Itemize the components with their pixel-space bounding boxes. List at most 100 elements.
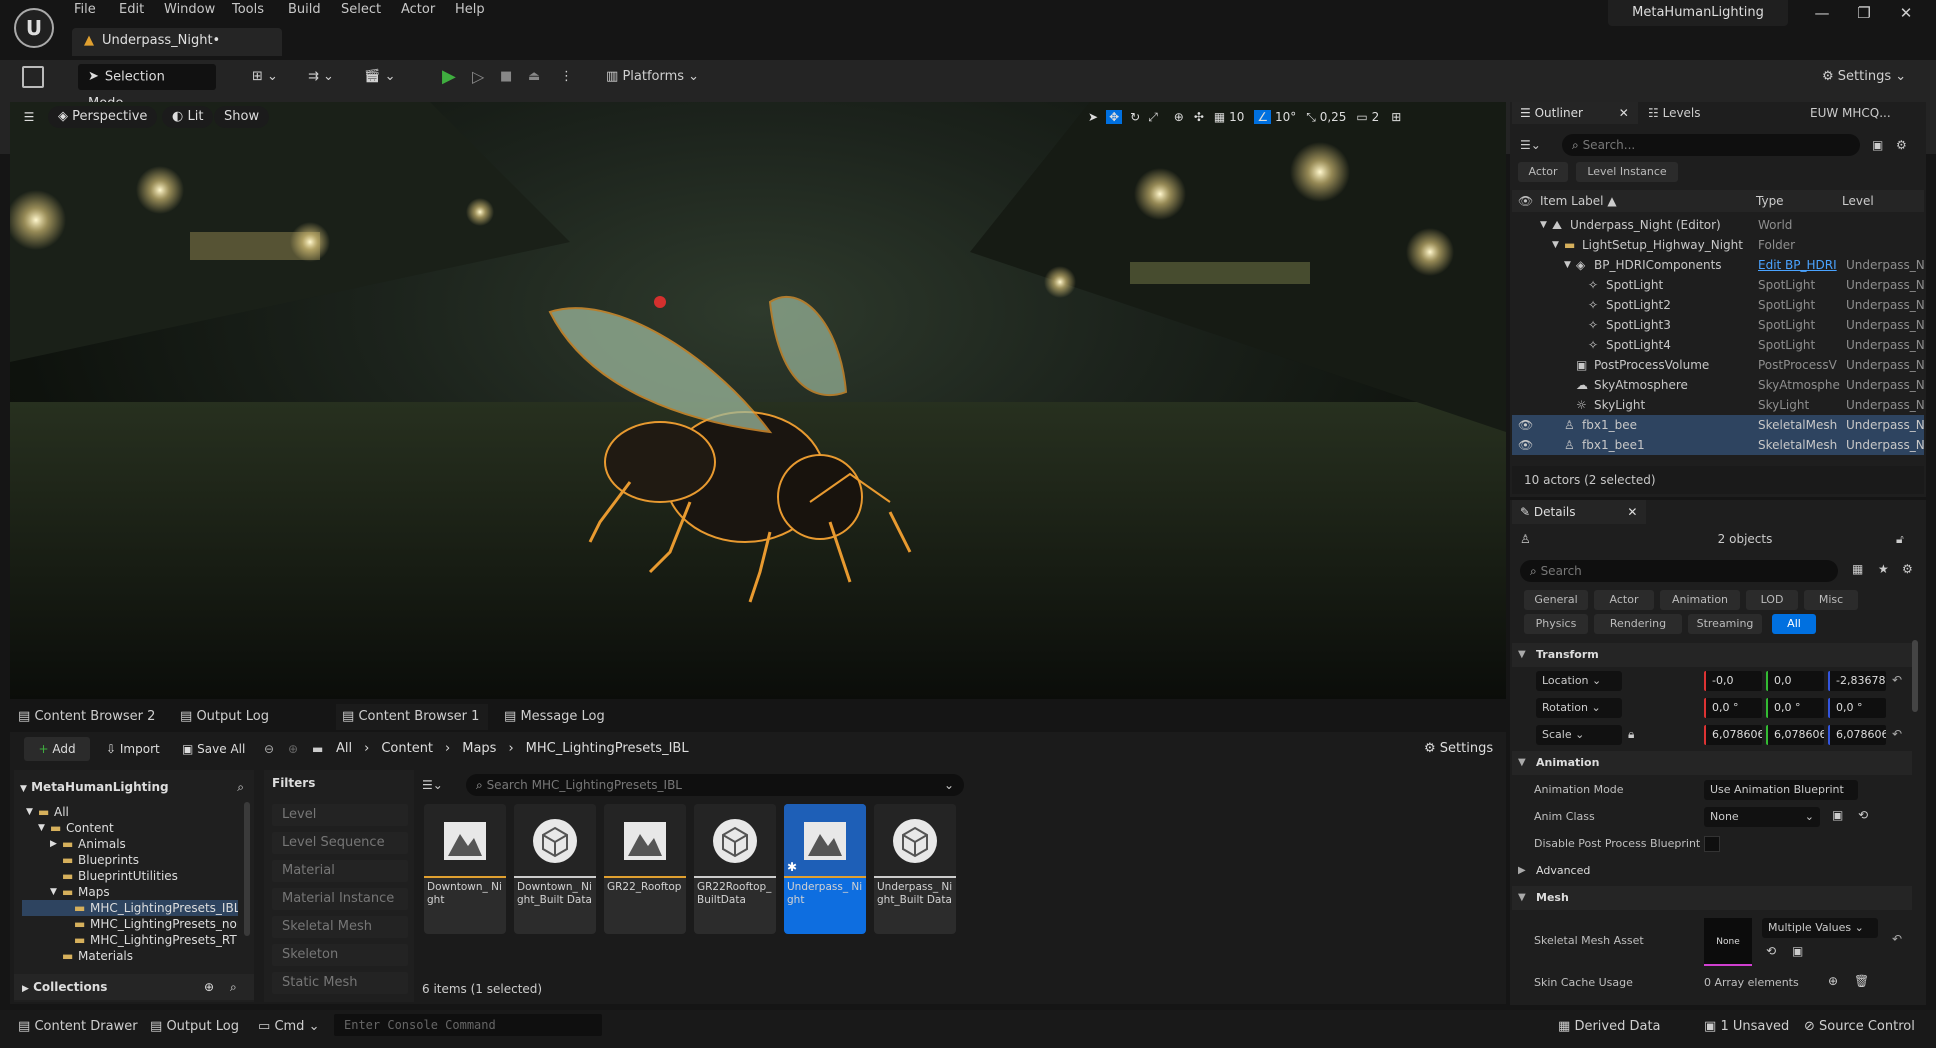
asset-tile[interactable]: GR22_Rooftop xyxy=(604,804,686,934)
eject-icon[interactable]: ⏏ xyxy=(528,66,540,88)
asset-tile[interactable]: Downtown_ Night xyxy=(424,804,506,934)
transform-section[interactable]: Transform xyxy=(1512,643,1912,667)
asset-tile[interactable]: Downtown_ Night_Built Data xyxy=(514,804,596,934)
camera-speed-value[interactable]: 2 xyxy=(1372,110,1380,124)
details-search-input[interactable]: ⌕ Search xyxy=(1520,560,1838,582)
filter-general[interactable]: General xyxy=(1524,590,1588,610)
select-tool-icon[interactable]: ➤ xyxy=(1088,110,1098,124)
mesh-thumbnail[interactable]: None xyxy=(1704,918,1752,966)
mesh-section[interactable]: Mesh xyxy=(1512,886,1912,910)
folder-tree-item[interactable]: ▶ ▬ Animals xyxy=(22,836,238,852)
filter-lod[interactable]: LOD xyxy=(1746,590,1798,610)
close-icon[interactable]: ✕ xyxy=(1619,106,1629,120)
browse-icon[interactable]: ▣ xyxy=(1832,808,1843,822)
scale-z[interactable]: 6,078606 xyxy=(1828,725,1886,745)
asset-tile[interactable]: ✱ Underpass_ Night xyxy=(784,804,866,934)
add-collection-icon[interactable]: ⊕ xyxy=(204,974,214,1000)
filter-item[interactable]: Skeleton xyxy=(272,944,408,966)
reset-icon[interactable]: ↶ xyxy=(1892,673,1902,687)
table-view-icon[interactable]: ▦ xyxy=(1852,562,1863,576)
surface-snap-icon[interactable]: ✣ xyxy=(1194,110,1204,124)
animation-section[interactable]: Animation xyxy=(1512,751,1912,775)
rotation-dropdown[interactable]: Rotation ⌄ xyxy=(1536,698,1622,718)
reset-icon[interactable]: ↶ xyxy=(1892,727,1902,741)
details-scrollbar[interactable] xyxy=(1912,640,1918,712)
folder-tree-item[interactable]: ▬ Materials xyxy=(22,948,238,964)
outliner-row[interactable]: 👁︎ ♙ fbx1_bee1 SkeletalMesh Underpass_N xyxy=(1512,435,1924,455)
close-window-button[interactable]: ✕ xyxy=(1888,4,1924,28)
outliner-row[interactable]: ▼ ▬ LightSetup_Highway_Night Folder xyxy=(1512,235,1924,255)
step-icon[interactable]: ▷ xyxy=(472,66,484,88)
unsaved-button[interactable]: ▣ 1 Unsaved xyxy=(1704,1014,1789,1040)
expand-arrow-icon[interactable]: ▼ xyxy=(1564,255,1571,275)
tree-scrollbar[interactable] xyxy=(244,802,250,936)
breadcrumb-all[interactable]: All xyxy=(336,741,352,756)
sources-header[interactable]: ▼ MetaHumanLighting ⌕ xyxy=(20,777,248,797)
add-button[interactable]: + Add xyxy=(24,737,90,761)
outliner-tab[interactable]: ☰ Outliner ✕ xyxy=(1512,102,1638,124)
outliner-row[interactable]: ✧ SpotLight4 SpotLight Underpass_N xyxy=(1512,335,1924,355)
asset-tile[interactable]: GR22Rooftop_ BuiltData xyxy=(694,804,776,934)
play-icon[interactable]: ▶ xyxy=(442,66,456,88)
star-icon[interactable]: ★ xyxy=(1878,562,1889,576)
outliner-row[interactable]: ▣ PostProcessVolume PostProcessV Underpass_… xyxy=(1512,355,1924,375)
filter-streaming[interactable]: Streaming xyxy=(1688,614,1762,634)
translate-tool-icon[interactable]: ✥ xyxy=(1106,110,1123,124)
filter-item[interactable]: Skeletal Mesh xyxy=(272,916,408,938)
filter-item[interactable]: Material xyxy=(272,860,408,882)
outliner-row[interactable]: ☼ SkyLight SkyLight Underpass_N xyxy=(1512,395,1924,415)
filter-rendering[interactable]: Rendering xyxy=(1594,614,1682,634)
menu-build[interactable]: Build xyxy=(288,2,321,22)
use-selected-icon[interactable]: ⟲ xyxy=(1858,808,1868,822)
details-tab[interactable]: ✎ Details ✕ xyxy=(1512,500,1646,524)
scale-tool-icon[interactable]: ⤢ xyxy=(1148,110,1158,124)
grid-snap-icon[interactable]: ▦ xyxy=(1214,110,1225,124)
search-icon[interactable]: ⌕ xyxy=(237,777,244,797)
import-button[interactable]: ⇩ Import xyxy=(106,737,160,761)
perspective-button[interactable]: ◈ Perspective xyxy=(48,106,158,128)
menu-actor[interactable]: Actor xyxy=(401,2,435,22)
animation-mode-dropdown[interactable]: Use Animation Blueprint ⌄ xyxy=(1704,780,1858,816)
location-x[interactable]: -0,0 xyxy=(1704,671,1762,691)
derived-data-button[interactable]: ▦ Derived Data xyxy=(1558,1014,1661,1040)
folder-tree-item[interactable]: ▼ ▬ Maps xyxy=(22,884,238,900)
more-options-icon[interactable]: ⋮ xyxy=(560,66,573,88)
asset-search-input[interactable]: ⌕ Search MHC_LightingPresets_IBL ⌄ xyxy=(466,774,964,796)
expand-arrow-icon[interactable]: ▼ xyxy=(50,884,57,900)
expand-arrow-icon[interactable]: ▼ xyxy=(38,820,45,836)
breadcrumb-maps[interactable]: Maps xyxy=(462,741,496,756)
scale-y[interactable]: 6,078606 xyxy=(1766,725,1824,745)
tab-message-log[interactable]: ▤ Message Log xyxy=(504,704,605,730)
menu-select[interactable]: Select xyxy=(341,2,381,22)
folder-tree-item[interactable]: ▼ ▬ Content xyxy=(22,820,238,836)
collections-header[interactable]: ▶ Collections ⊕ ⌕ xyxy=(14,974,254,1000)
save-all-button[interactable]: ▣ Save All xyxy=(182,737,245,761)
menu-tools[interactable]: Tools xyxy=(232,2,264,22)
column-item-label[interactable]: Item Label ▲ xyxy=(1540,190,1617,212)
add-actor-icon[interactable]: ⊞ ⌄ xyxy=(252,66,278,88)
reset-icon[interactable]: ↶ xyxy=(1892,932,1902,946)
outliner-search-input[interactable]: ⌕ Search... xyxy=(1562,134,1860,156)
rotation-y[interactable]: 0,0 ° xyxy=(1766,698,1824,718)
blueprint-menu-icon[interactable]: ⇉ ⌄ xyxy=(308,66,334,88)
filter-item[interactable]: Static Mesh xyxy=(272,972,408,994)
details-settings-icon[interactable]: ⚙ xyxy=(1902,562,1913,576)
add-element-icon[interactable]: ⊕ xyxy=(1828,974,1838,988)
menu-help[interactable]: Help xyxy=(455,2,485,22)
outliner-row[interactable]: ☁ SkyAtmosphere SkyAtmosphe Underpass_N xyxy=(1512,375,1924,395)
stop-icon[interactable]: ■ xyxy=(500,66,512,88)
outliner-row[interactable]: ▼ ⛰ Underpass_Night (Editor) World xyxy=(1512,215,1924,235)
outliner-settings-icon[interactable]: ⚙ xyxy=(1896,134,1907,156)
outliner-row[interactable]: ✧ SpotLight SpotLight Underpass_N xyxy=(1512,275,1924,295)
outliner-row[interactable]: ▼ ◈ BP_HDRIComponents Edit BP_HDRI Underpass… xyxy=(1512,255,1924,275)
back-icon[interactable]: ⊖ xyxy=(264,737,274,761)
filter-actor[interactable]: Actor xyxy=(1518,162,1568,182)
settings-button[interactable]: ⚙ Settings ⌄ xyxy=(1822,66,1906,88)
menu-edit[interactable]: Edit xyxy=(119,2,144,22)
expand-arrow-icon[interactable]: ▶ xyxy=(50,836,57,852)
use-selected-icon[interactable]: ⟲ xyxy=(1766,944,1776,958)
location-z[interactable]: -2,83678 xyxy=(1828,671,1886,691)
filter-icon[interactable]: ☰⌄ xyxy=(1520,134,1556,156)
column-level[interactable]: Level xyxy=(1842,190,1874,212)
filter-animation[interactable]: Animation xyxy=(1660,590,1740,610)
